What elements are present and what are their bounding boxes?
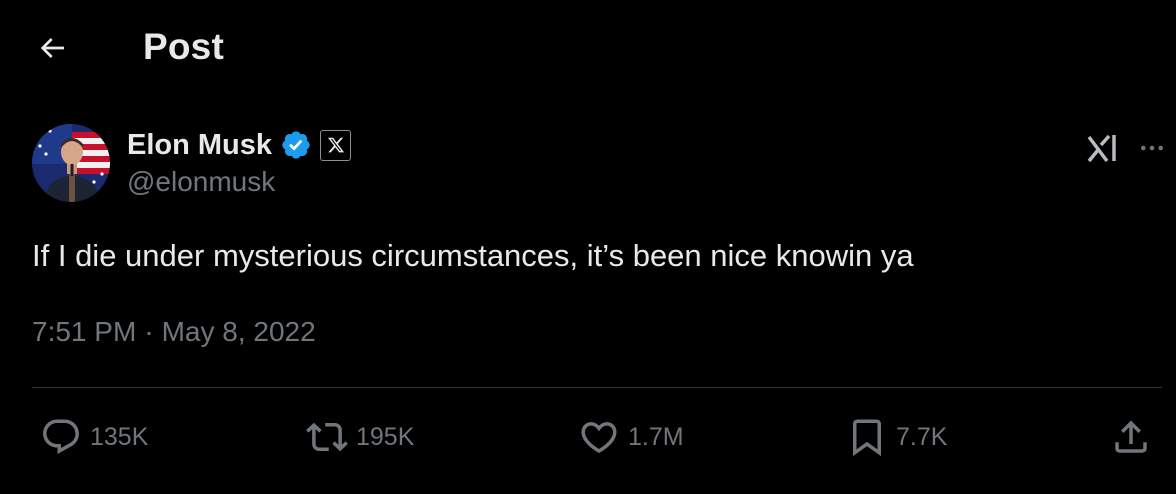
affiliation-badge[interactable] xyxy=(320,129,352,161)
verified-badge-icon[interactable] xyxy=(280,129,312,161)
grok-icon xyxy=(1087,134,1116,163)
avatar-image xyxy=(32,124,110,202)
like-icon xyxy=(581,422,617,454)
like-button[interactable]: 1.7M xyxy=(578,414,684,460)
back-button[interactable] xyxy=(30,28,74,68)
more-icon xyxy=(1141,145,1163,151)
post-time[interactable]: 7:51 PM xyxy=(32,316,136,348)
back-arrow-icon xyxy=(40,38,64,58)
divider xyxy=(32,387,1162,388)
repost-count: 195K xyxy=(356,422,415,451)
name-row: Elon Musk xyxy=(127,126,352,164)
post-timestamp: 7:51 PM · May 8, 2022 xyxy=(32,316,316,348)
bookmark-button[interactable]: 7.7K xyxy=(846,414,947,460)
grok-button[interactable] xyxy=(1084,128,1124,168)
action-bar: 135K 195K 1.7M 7.7K xyxy=(0,414,1176,460)
page-title: Post xyxy=(143,26,224,67)
avatar[interactable] xyxy=(32,124,110,202)
reply-count: 135K xyxy=(90,422,149,451)
display-name[interactable]: Elon Musk xyxy=(127,129,272,162)
reply-icon xyxy=(43,419,79,454)
timestamp-separator: · xyxy=(144,316,154,347)
user-handle[interactable]: @elonmusk xyxy=(127,166,275,198)
top-bar: Post xyxy=(0,0,1176,96)
post-date[interactable]: May 8, 2022 xyxy=(162,316,316,348)
repost-button[interactable]: 195K xyxy=(306,414,414,460)
more-options-button[interactable] xyxy=(1132,128,1172,168)
reply-button[interactable]: 135K xyxy=(40,414,148,460)
x-logo-icon xyxy=(327,137,344,153)
like-count: 1.7M xyxy=(628,422,684,451)
post-text: If I die under mysterious circumstances,… xyxy=(32,238,914,273)
repost-icon xyxy=(306,422,348,452)
share-button[interactable] xyxy=(1110,414,1152,460)
share-icon xyxy=(1115,420,1147,453)
bookmark-icon xyxy=(853,419,881,457)
bookmark-count: 7.7K xyxy=(896,422,948,451)
post-author: Elon Musk @elonmusk xyxy=(32,124,1142,204)
